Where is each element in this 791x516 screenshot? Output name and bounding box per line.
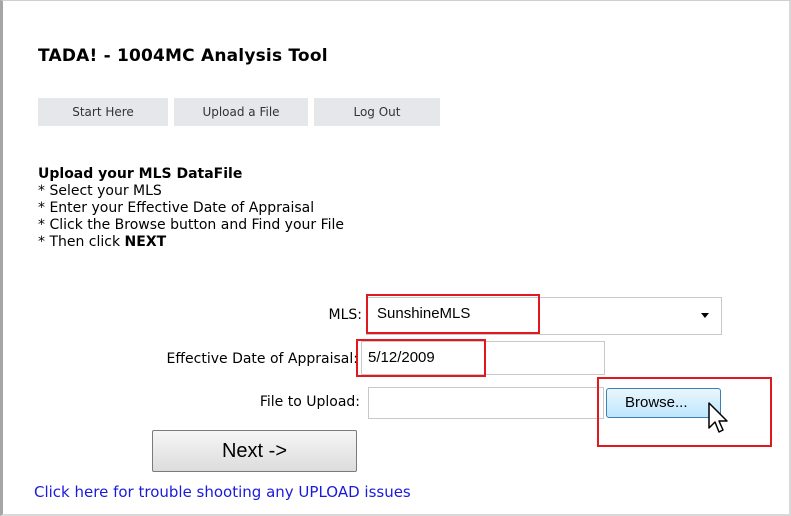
dropdown-arrow-icon: [701, 313, 709, 318]
mls-select[interactable]: SunshineMLS: [366, 297, 722, 335]
effective-date-input[interactable]: 5/12/2009: [361, 341, 605, 375]
mls-selected-value: SunshineMLS: [377, 305, 471, 322]
effective-date-label: Effective Date of Appraisal:: [166, 351, 358, 367]
instruction-line-next: * Then click NEXT: [38, 234, 344, 251]
mouse-pointer-icon: [708, 402, 728, 433]
next-button[interactable]: Next ->: [152, 430, 357, 472]
mls-label: MLS:: [328, 307, 362, 323]
window-frame: [0, 0, 791, 516]
page-title: TADA! - 1004MC Analysis Tool: [38, 46, 328, 66]
file-upload-label: File to Upload:: [259, 394, 360, 410]
instruction-line: * Click the Browse button and Find your …: [38, 217, 345, 233]
instruction-line: * Enter your Effective Date of Appraisal: [38, 200, 315, 216]
upload-troubleshooting-link[interactable]: Click here for trouble shooting any UPLO…: [34, 483, 411, 501]
instruction-next-emphasis: NEXT: [124, 234, 167, 250]
upload-instructions: Upload your MLS DataFile * Select your M…: [38, 166, 344, 251]
nav-upload-file-button[interactable]: Upload a File: [174, 98, 308, 126]
browse-button[interactable]: Browse...: [606, 388, 721, 418]
instruction-prefix: * Then click: [38, 234, 125, 250]
file-path-input[interactable]: [368, 387, 604, 419]
nav-bar: Start Here Upload a File Log Out: [38, 98, 440, 126]
instruction-line: * Select your MLS: [38, 183, 162, 199]
nav-start-here-button[interactable]: Start Here: [38, 98, 168, 126]
instructions-heading: Upload your MLS DataFile: [38, 166, 243, 182]
nav-log-out-button[interactable]: Log Out: [314, 98, 440, 126]
